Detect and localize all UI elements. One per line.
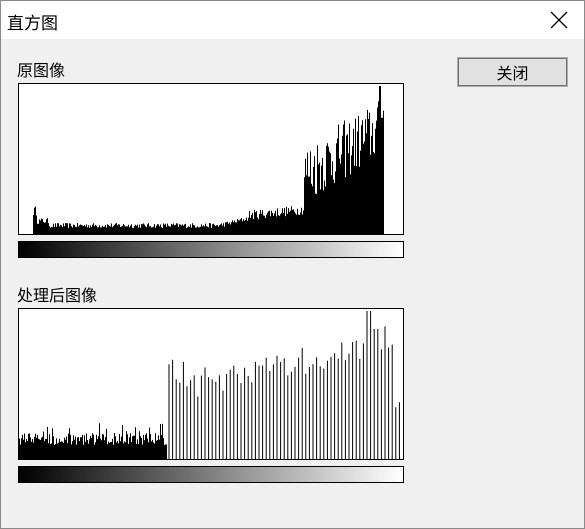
processed-image-label: 处理后图像 [17, 286, 98, 305]
close-button[interactable]: 关闭 [457, 57, 568, 87]
window-title: 直方图 [7, 14, 58, 34]
title-bar: 直方图 [1, 1, 584, 39]
processed-histogram [18, 308, 404, 460]
histogram-dialog: 直方图 原图像 处理后图像 关闭 [0, 0, 585, 529]
original-histogram-bars [19, 86, 403, 234]
processed-histogram-lines [168, 311, 400, 459]
original-image-label: 原图像 [17, 61, 66, 80]
original-gray-gradient [18, 241, 404, 258]
processed-gray-gradient [18, 466, 404, 483]
original-histogram [18, 83, 404, 235]
processed-histogram-dense-bars [19, 423, 167, 459]
close-icon[interactable] [542, 3, 576, 37]
